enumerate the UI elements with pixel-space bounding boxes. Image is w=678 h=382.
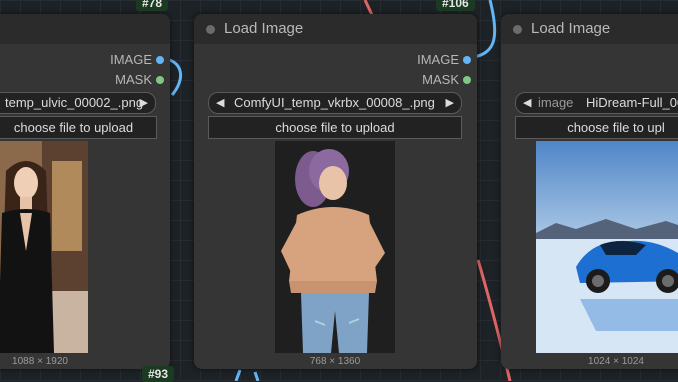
image-combo-value: temp_ulvic_00002_.png	[5, 95, 144, 110]
image-dimensions: 1088 × 1920	[12, 356, 68, 367]
upload-button[interactable]: choose file to upload	[208, 116, 462, 139]
output-mask-socket[interactable]	[156, 76, 164, 84]
load-image-node-left[interactable]: IMAGE MASK temp_ulvic_00002_.png ▶ choos…	[0, 14, 170, 369]
image-combo[interactable]: ◀ ComfyUI_temp_vkrbx_00008_.png ▶	[208, 92, 462, 114]
image-preview	[536, 141, 678, 353]
image-dimensions: 1024 × 1024	[588, 356, 644, 367]
output-image-label: IMAGE	[110, 52, 152, 67]
output-image-label: IMAGE	[417, 52, 459, 67]
image-preview	[275, 141, 395, 353]
output-image-socket[interactable]	[156, 56, 164, 64]
arrow-left-icon[interactable]: ◀	[216, 93, 224, 113]
output-mask-label: MASK	[115, 72, 152, 87]
load-image-node-right[interactable]: Load Image ◀ image HiDream-Full_00 choos…	[501, 14, 678, 369]
image-dimensions: 768 × 1360	[309, 356, 361, 367]
image-combo-label: image	[538, 95, 574, 110]
node-status-dot-icon[interactable]	[206, 25, 215, 34]
node-status-dot-icon[interactable]	[513, 25, 522, 34]
node-title: Load Image	[531, 20, 611, 37]
upload-button-label: choose file to upl	[567, 120, 665, 135]
upload-button[interactable]: choose file to upl	[515, 116, 678, 139]
arrow-right-icon[interactable]: ▶	[140, 93, 148, 113]
upload-button-label: choose file to upload	[275, 120, 395, 135]
link-blue	[253, 371, 260, 381]
upload-button-label: choose file to upload	[13, 120, 134, 135]
node-title: Load Image	[224, 20, 304, 37]
image-combo[interactable]: temp_ulvic_00002_.png ▶	[0, 92, 156, 114]
node-header[interactable]	[0, 14, 170, 44]
preview-woman-hoodie	[275, 141, 395, 353]
load-image-node-middle[interactable]: Load Image IMAGE MASK ◀ ComfyUI_temp_vkr…	[194, 14, 477, 369]
image-combo-value: HiDream-Full_00	[586, 95, 678, 110]
node-header[interactable]: Load Image	[194, 14, 477, 44]
preview-blue-sports-car	[536, 141, 678, 353]
arrow-left-icon[interactable]: ◀	[523, 93, 531, 113]
image-preview	[0, 141, 88, 353]
arrow-right-icon[interactable]: ▶	[446, 93, 454, 113]
output-image-socket[interactable]	[463, 56, 471, 64]
node-id-badge: #93	[142, 366, 175, 382]
link-red	[363, 0, 374, 16]
link-blue	[234, 369, 242, 381]
node-id-badge: #106	[436, 0, 475, 11]
preview-woman-black-dress	[0, 141, 88, 353]
output-mask-socket[interactable]	[463, 76, 471, 84]
image-combo[interactable]: ◀ image HiDream-Full_00	[515, 92, 678, 114]
node-header[interactable]: Load Image	[501, 14, 678, 44]
output-mask-label: MASK	[422, 72, 459, 87]
upload-button[interactable]: choose file to upload	[0, 116, 157, 139]
image-combo-value: ComfyUI_temp_vkrbx_00008_.png	[234, 95, 435, 110]
node-id-badge: #78	[136, 0, 169, 11]
